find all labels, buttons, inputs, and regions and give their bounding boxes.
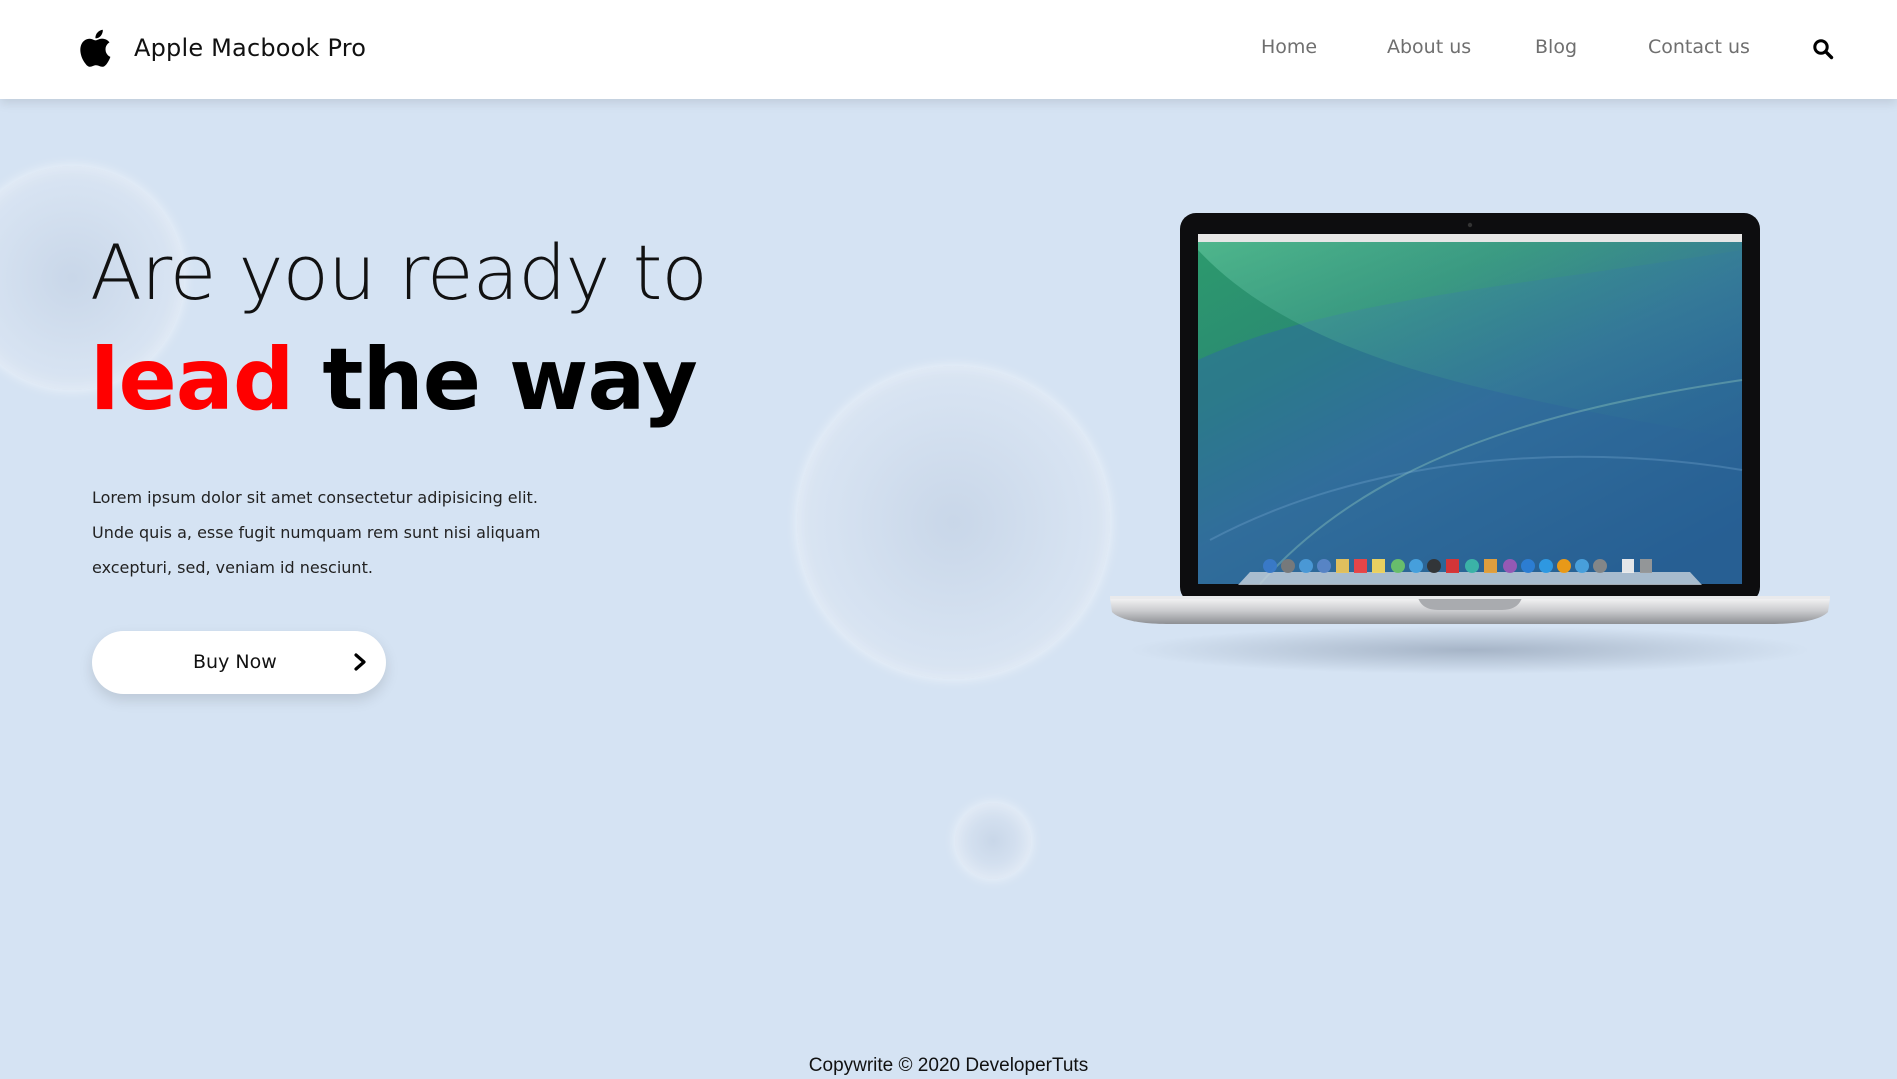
decorative-bubble (955, 803, 1031, 879)
hero-intro-text: Lorem ipsum dolor sit amet consectetur a… (92, 488, 541, 577)
decorative-bubble (797, 366, 1110, 679)
site-footer: Copywrite © 2020 DeveloperTuts (808, 1055, 1089, 1076)
nav-item-about-us[interactable]: About us (1387, 36, 1471, 58)
macbook-pro-laptop-image (1110, 213, 1830, 674)
chevron-right-icon (354, 653, 366, 671)
hero-headline-accent: lead (90, 330, 294, 430)
nav-item-contact-us[interactable]: Contact us (1648, 36, 1750, 58)
brand-name: Apple Macbook Pro (134, 34, 367, 62)
search-icon (1813, 39, 1834, 60)
nav-item-home[interactable]: Home (1261, 36, 1317, 58)
hero-headline-line1: Are you ready to (90, 228, 708, 317)
hero-headline-line2: lead the way (90, 330, 698, 430)
site-header: Apple Macbook Pro Home About us Blog Con… (0, 0, 1897, 99)
buy-now-button[interactable]: Buy Now (92, 631, 386, 694)
brand[interactable]: Apple Macbook Pro (78, 28, 366, 68)
hero-headline-rest: the way (322, 330, 697, 430)
buy-now-label: Buy Now (193, 651, 277, 673)
nav-item-blog[interactable]: Blog (1535, 36, 1577, 58)
search-button[interactable] (1812, 38, 1834, 60)
apple-logo-icon (80, 29, 111, 67)
